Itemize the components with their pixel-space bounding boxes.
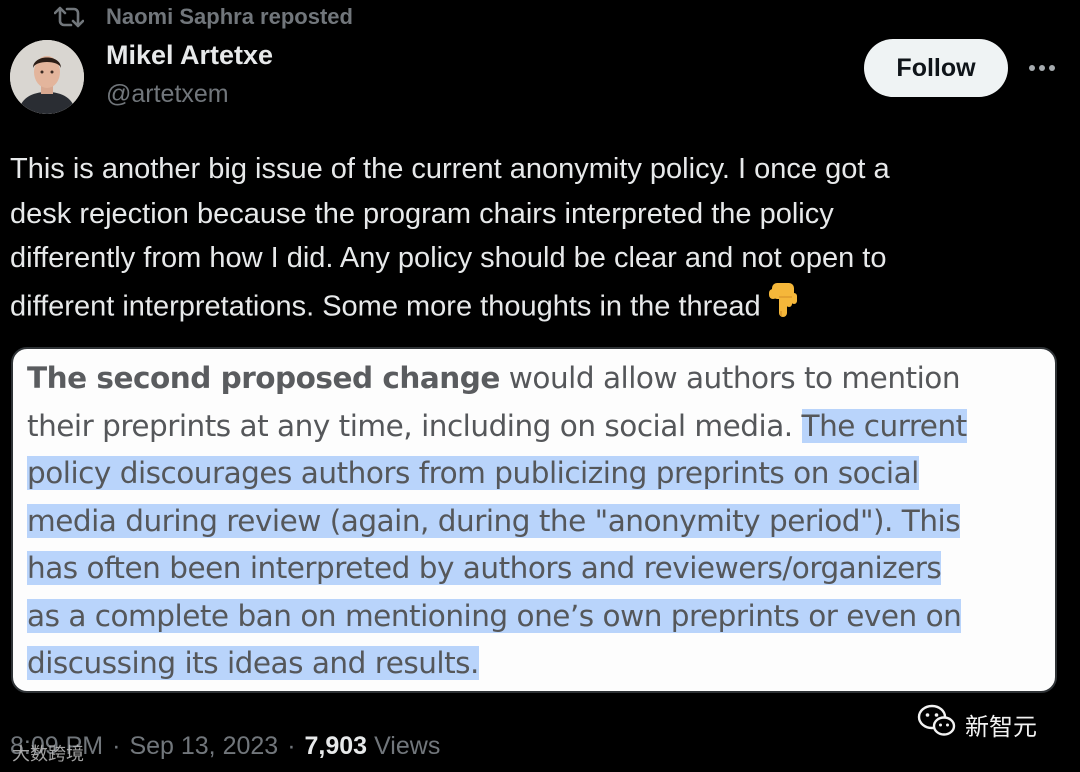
tweet-line: desk rejection because the program chair… (10, 197, 834, 230)
media-quote-text: The second proposed change would allow a… (27, 355, 1047, 688)
media-line: has often been interpreted by authors an… (27, 551, 942, 585)
tweet-date[interactable]: Sep 13, 2023 (129, 732, 278, 761)
media-line: as a complete ban on mentioning one’s ow… (27, 598, 962, 633)
author-name[interactable]: Mikel Artetxe (106, 40, 273, 71)
watermark-left-text: 大数跨境 (12, 744, 84, 764)
backhand-index-pointing-down-emoji (767, 281, 801, 335)
author-handle[interactable]: @artetxem (106, 80, 229, 109)
meta-separator: · (112, 731, 121, 760)
views-label: Views (374, 731, 441, 760)
follow-button[interactable]: Follow (864, 39, 1008, 97)
watermark-right-text: 新智元 (965, 712, 1037, 741)
tweet-line: This is another big issue of the current… (10, 153, 890, 185)
avatar[interactable] (10, 40, 84, 114)
wechat-icon (917, 704, 957, 744)
views-count[interactable]: 7,903 (305, 732, 368, 761)
tweet-line: differently from how I did. Any policy s… (10, 242, 887, 274)
meta-separator: · (287, 731, 296, 760)
tweet-text: This is another big issue of the current… (10, 147, 1065, 334)
media-line: their preprints at any time, including o… (27, 408, 967, 443)
watermark-left: 大数跨境 (12, 740, 84, 766)
tweet-media-image[interactable]: The second proposed change would allow a… (11, 347, 1057, 693)
tweet-line: different interpretations. Some more tho… (10, 281, 1065, 335)
more-icon[interactable] (1022, 52, 1062, 84)
repost-icon (54, 4, 84, 30)
tweet-line-text: different interpretations. Some more tho… (10, 289, 761, 322)
media-line: policy discourages authors from publiciz… (27, 456, 919, 490)
media-line: discussing its ideas and results. (27, 646, 479, 680)
watermark-right: 新智元 (917, 704, 1037, 744)
media-line: media during review (again, during the "… (27, 503, 961, 538)
repost-label: Naomi Saphra reposted (106, 4, 353, 29)
repost-header[interactable]: Naomi Saphra reposted (54, 2, 353, 32)
media-line: The second proposed change would allow a… (27, 361, 961, 395)
